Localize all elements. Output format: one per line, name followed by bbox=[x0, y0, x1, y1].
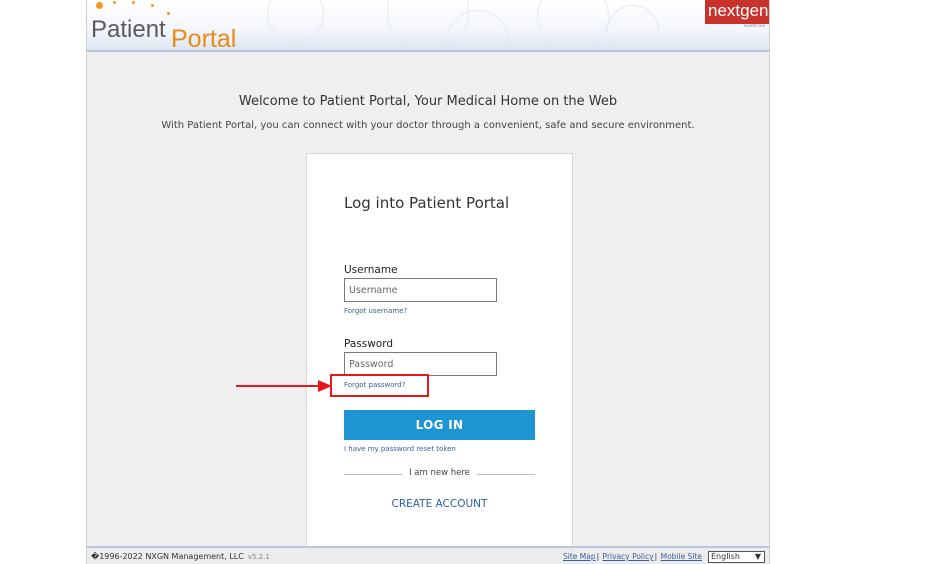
mobile-site-link[interactable]: Mobile Site bbox=[661, 552, 702, 561]
login-button[interactable]: LOG IN bbox=[344, 410, 535, 440]
language-value: English bbox=[711, 552, 740, 561]
site-map-link[interactable]: Site Map bbox=[563, 552, 596, 561]
footer-bar: �1996-2022 NXGN Management, LLC v5.2.1 Si… bbox=[87, 546, 769, 564]
username-label: Username bbox=[344, 264, 398, 276]
login-title: Log into Patient Portal bbox=[344, 194, 510, 212]
nextgen-logo: nextgen bbox=[705, 0, 769, 24]
header-bar: Patient Portal nextgen healthcare bbox=[87, 0, 769, 52]
copyright-text: �1996-2022 NXGN Management, LLC v5.2.1 bbox=[91, 552, 270, 561]
welcome-subtitle: With Patient Portal, you can connect wit… bbox=[161, 120, 695, 131]
logo-text-patient: Patient bbox=[91, 16, 166, 43]
header-decoration bbox=[537, 0, 609, 50]
language-select[interactable]: English ▼ bbox=[708, 551, 765, 563]
welcome-title: Welcome to Patient Portal, Your Medical … bbox=[238, 94, 618, 109]
forgot-username-link[interactable]: Forgot username? bbox=[344, 307, 407, 315]
patient-portal-logo[interactable]: Patient Portal bbox=[91, 1, 251, 52]
privacy-policy-link[interactable]: Privacy Policy bbox=[603, 552, 654, 561]
username-input[interactable] bbox=[344, 278, 497, 302]
create-account-link[interactable]: CREATE ACCOUNT bbox=[307, 498, 572, 510]
password-label: Password bbox=[344, 338, 394, 350]
right-arrow-icon bbox=[236, 380, 332, 392]
password-input[interactable] bbox=[344, 352, 497, 376]
link-separator: | bbox=[654, 552, 658, 561]
nextgen-logo-text: nextgen bbox=[708, 1, 769, 20]
new-user-divider: I am new here bbox=[344, 468, 535, 480]
header-decoration bbox=[607, 5, 659, 50]
logo-text-portal: Portal bbox=[171, 25, 237, 52]
new-user-text: I am new here bbox=[409, 468, 470, 478]
reset-token-link[interactable]: I have my password reset token bbox=[344, 445, 456, 453]
version-text: v5.2.1 bbox=[247, 553, 270, 561]
portal-frame: Patient Portal nextgen healthcare Welcom… bbox=[86, 0, 770, 564]
divider-line bbox=[477, 474, 535, 475]
nextgen-logo-subtext: healthcare bbox=[743, 23, 765, 28]
header-decoration bbox=[267, 0, 324, 42]
copyright-label: �1996-2022 NXGN Management, LLC bbox=[91, 552, 244, 561]
highlight-box bbox=[330, 374, 429, 397]
link-separator: | bbox=[596, 552, 600, 561]
footer-links: Site Map| Privacy Policy| Mobile Site bbox=[563, 552, 702, 561]
chevron-down-icon: ▼ bbox=[754, 552, 761, 561]
login-card: Log into Patient Portal Username Forgot … bbox=[306, 153, 573, 553]
